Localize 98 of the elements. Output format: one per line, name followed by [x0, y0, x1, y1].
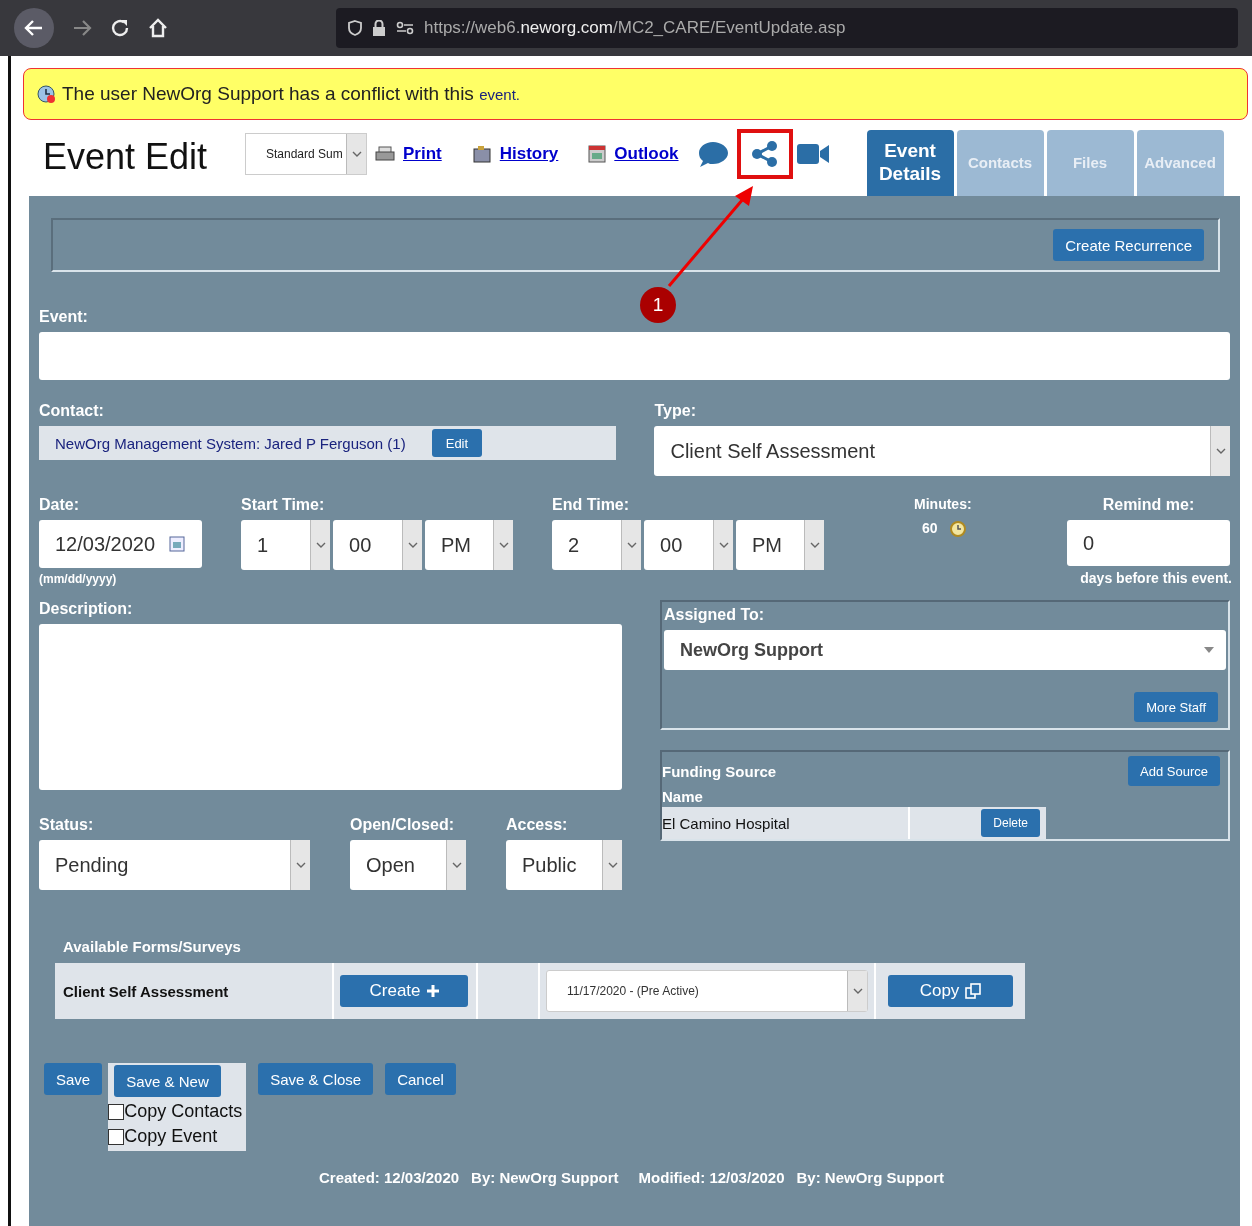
tab[interactable]: Event Details [866, 130, 954, 196]
section-title: Available Forms/Surveys [63, 938, 242, 955]
chevron-icon [451, 861, 462, 869]
create-recurrence-button[interactable]: Create Recurrence [1053, 229, 1204, 261]
field-label: Assigned To: [664, 606, 766, 624]
action-button[interactable]: Save [44, 1063, 103, 1095]
forward-arrow-icon[interactable] [72, 19, 92, 37]
table-cell: El Camino Hospital [662, 807, 910, 839]
shield-icon [348, 20, 362, 36]
page-title: Event Edit [42, 136, 209, 178]
chevron-icon [498, 541, 509, 549]
calendar-icon[interactable] [169, 536, 186, 552]
action-button[interactable]: Cancel [385, 1063, 456, 1095]
calendar-icon [588, 145, 607, 163]
printer-icon [375, 146, 395, 162]
column-header: Name [662, 788, 704, 805]
hour-select[interactable]: 2 [552, 520, 642, 570]
header-link[interactable]: Print [375, 144, 442, 164]
chevron-icon [809, 541, 820, 549]
lock-icon [372, 20, 386, 36]
field-label: End Time: [552, 496, 631, 514]
dropdown-arrow-icon [1204, 647, 1214, 653]
chevron-icon [351, 150, 362, 158]
version-select[interactable]: 11/17/2020 - (Pre Active) [546, 970, 868, 1012]
access-select[interactable]: Public [506, 840, 622, 890]
field-label: Type: [654, 402, 697, 420]
delete-button[interactable]: Delete [981, 809, 1040, 837]
field-label: Status: [39, 816, 95, 834]
checkbox-option[interactable]: Copy Contacts [108, 1099, 243, 1124]
header-link[interactable]: Outlook [588, 144, 679, 164]
chevron-icon [852, 987, 863, 995]
add-source-button[interactable]: Add Source [1128, 756, 1220, 786]
checkbox[interactable] [108, 1128, 125, 1145]
plus-icon [426, 985, 439, 997]
header-link[interactable]: History [471, 144, 559, 164]
chevron-icon [1215, 447, 1226, 455]
field-label: Access: [506, 816, 569, 834]
video-camera-icon[interactable] [796, 143, 829, 165]
field-label: Remind me: [1101, 496, 1196, 514]
event-link[interactable]: event. [479, 86, 520, 103]
alarm-clock-icon[interactable] [947, 518, 968, 538]
audit-text: Created: 12/03/2020 [319, 1169, 460, 1186]
field-label: Description: [39, 600, 134, 618]
minutes-value: 60 [922, 520, 938, 536]
date-input[interactable]: 12/03/2020 [39, 520, 203, 568]
remind-hint: days before this event. [1079, 570, 1232, 586]
field-label: Event: [39, 308, 89, 326]
clock-warning-icon [36, 84, 56, 104]
assigned-select[interactable]: NewOrg Support [664, 630, 1226, 670]
annotation-badge: 1 [640, 287, 676, 323]
hour-select[interactable]: 1 [241, 520, 331, 570]
action-button[interactable]: Save & Close [258, 1063, 374, 1095]
more-staff-button[interactable]: More Staff [1134, 692, 1218, 722]
audit-text: By: NewOrg Support [471, 1169, 619, 1186]
field-label: Contact: [39, 402, 105, 420]
table-cell: Client Self Assessment [55, 963, 334, 1019]
chevron-icon [607, 861, 618, 869]
field-label: Date: [39, 496, 80, 514]
field-label: Minutes: [914, 496, 973, 512]
edit-button[interactable]: Edit [431, 429, 483, 457]
chevron-icon [407, 541, 418, 549]
copy-icon [965, 983, 982, 999]
contact-name[interactable]: NewOrg Management System: Jared P Ferguson (1) [55, 434, 406, 452]
status-select[interactable]: Pending [39, 840, 310, 890]
share-icon[interactable] [750, 140, 779, 168]
event-input[interactable] [39, 332, 1230, 380]
create-button[interactable]: Create [340, 975, 468, 1007]
action-button[interactable]: Save & New [114, 1065, 221, 1097]
chevron-icon [718, 541, 729, 549]
chat-bubble-icon[interactable] [696, 140, 729, 168]
back-button[interactable] [14, 8, 54, 48]
home-icon[interactable] [148, 18, 168, 38]
audit-text: By: NewOrg Support [796, 1169, 945, 1186]
minute-select[interactable]: 00 [333, 520, 423, 570]
remind-input[interactable]: 0 [1066, 520, 1230, 566]
checkbox[interactable] [108, 1103, 125, 1120]
type-select[interactable]: Client Self Assessment [654, 426, 1230, 476]
ampm-select[interactable]: PM [425, 520, 514, 570]
url-text: https://web6.neworg.com/MC2_CARE/EventUpdate.asp [424, 18, 846, 38]
open-closed-select[interactable]: Open [350, 840, 466, 890]
chevron-icon [295, 861, 306, 869]
copy-button[interactable]: Copy [888, 975, 1013, 1007]
date-format-hint: (mm/dd/yyyy) [39, 572, 118, 586]
minute-select[interactable]: 00 [644, 520, 734, 570]
ampm-select[interactable]: PM [736, 520, 825, 570]
field-label: Open/Closed: [350, 816, 455, 834]
field-label: Start Time: [241, 496, 326, 514]
back-arrow-icon [24, 19, 44, 37]
audit-text: Modified: 12/03/2020 [638, 1169, 785, 1186]
chevron-icon [626, 541, 637, 549]
chevron-icon [315, 541, 326, 549]
view-select[interactable]: Standard Sum [245, 133, 367, 175]
address-bar[interactable]: https://web6.neworg.com/MC2_CARE/EventUpdate.asp [336, 8, 1238, 48]
alert-text: The user NewOrg Support has a conflict with this event. [62, 83, 520, 105]
permissions-icon [396, 21, 414, 35]
section-title: Funding Source [662, 762, 777, 780]
reload-icon[interactable] [110, 18, 130, 38]
checkbox-option[interactable]: Copy Event [108, 1124, 243, 1149]
